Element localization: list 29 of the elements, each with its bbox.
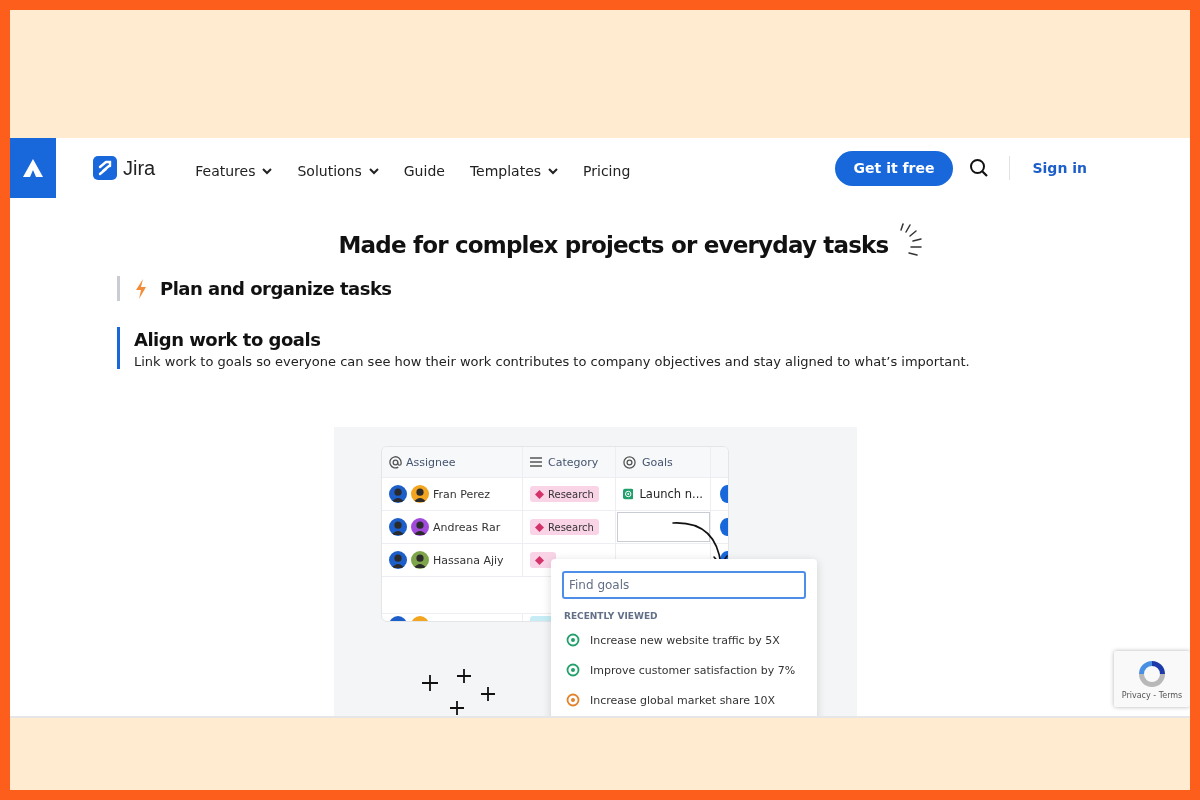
sign-in-link[interactable]: Sign in [1032, 160, 1087, 176]
nav-link[interactable]: Solutions [297, 163, 379, 179]
goal-option[interactable]: Increase global market share 10X [564, 685, 806, 715]
feature-description: Link work to goals so everyone can see how their work contributes to company objectives and stay aligned to what’s important. [134, 354, 971, 369]
column-header: Goals [616, 447, 711, 477]
get-it-free-button[interactable]: Get it free [834, 150, 954, 186]
nav-link[interactable]: Pricing [583, 163, 631, 179]
section-heading: Made for complex projects or everyday tasks [338, 232, 889, 258]
goal-option[interactable]: Improve customer satisfaction by 7% [564, 655, 806, 685]
category-tag: Research [530, 486, 599, 502]
category-tag: Research [530, 519, 599, 535]
feature-tab[interactable]: Plan and organize tasks [117, 276, 1190, 301]
assignee-name: Fran Perez [433, 487, 491, 501]
column-header: Category [523, 447, 616, 477]
goal-option[interactable]: Increase new website traffic by 5X [564, 625, 806, 655]
column-header: Assignee [382, 447, 523, 477]
goal-name: Launch n... [639, 487, 703, 501]
nav-link[interactable]: Guide [403, 163, 445, 179]
feature-tab[interactable]: Align work to goals Link work to goals so everyone can see how their work contributes to company objectives and stay aligned to what’s important. [117, 327, 1190, 369]
brand-name[interactable]: Jira [123, 156, 156, 180]
feature-title: Plan and organize tasks [160, 278, 392, 299]
assignee-name: Andreas Rar [433, 520, 501, 534]
nav-link[interactable]: Templates [469, 163, 559, 179]
nav-link[interactable]: Features [195, 163, 273, 179]
find-goals-field[interactable]: Find goals [562, 571, 806, 599]
privacy-terms-text: Privacy - Terms [1121, 690, 1183, 700]
section-label: RECENTLY VIEWED [564, 611, 659, 621]
feature-title: Align work to goals [134, 329, 321, 350]
assignee-name: Hassana Ajiy [433, 553, 504, 567]
